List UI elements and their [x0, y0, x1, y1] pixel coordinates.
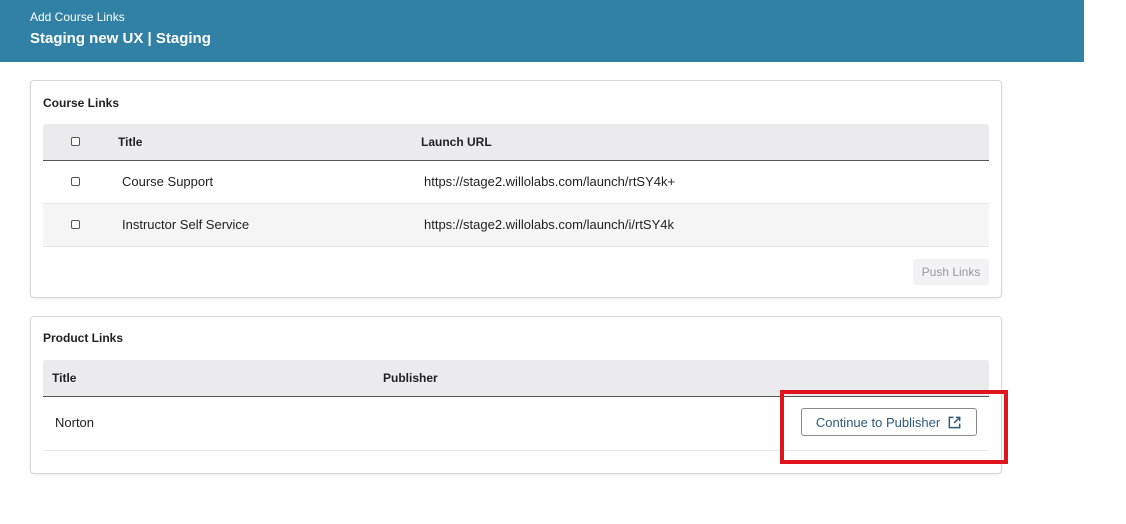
header-title: Staging new UX | Staging: [30, 30, 211, 47]
continue-to-publisher-label: Continue to Publisher: [815, 414, 941, 430]
column-header-launch-url: Launch URL: [421, 135, 492, 149]
course-links-title: Course Links: [43, 96, 120, 110]
column-header-title: Title: [118, 135, 143, 149]
table-row: Course Support https://stage2.willolabs.…: [43, 161, 989, 204]
product-links-card: Product Links Title Publisher Norton Con…: [30, 316, 1002, 474]
row-title: Norton: [55, 415, 95, 430]
header-subtitle: Add Course Links: [30, 10, 125, 24]
column-header-title: Title: [52, 371, 77, 385]
course-links-table-header: Title Launch URL: [43, 124, 989, 161]
course-links-card: Course Links Title Launch URL Course Sup…: [30, 80, 1002, 298]
row-launch-url: https://stage2.willolabs.com/launch/i/rt…: [424, 217, 675, 232]
external-link-icon: [948, 416, 961, 428]
row-launch-url: https://stage2.willolabs.com/launch/rtSY…: [424, 174, 676, 189]
select-all-checkbox[interactable]: [71, 137, 80, 146]
row-title: Instructor Self Service: [122, 217, 250, 232]
row-checkbox[interactable]: [71, 177, 80, 186]
push-links-button[interactable]: Push Links: [913, 259, 989, 285]
product-links-title: Product Links: [43, 331, 124, 345]
row-checkbox[interactable]: [71, 220, 80, 229]
continue-to-publisher-button[interactable]: Continue to Publisher: [801, 408, 977, 436]
row-title: Course Support: [122, 174, 214, 189]
product-links-table-header: Title Publisher: [43, 360, 989, 397]
column-header-publisher: Publisher: [383, 371, 438, 385]
table-row: Instructor Self Service https://stage2.w…: [43, 204, 989, 247]
page-header: Add Course Links Staging new UX | Stagin…: [0, 0, 1084, 62]
